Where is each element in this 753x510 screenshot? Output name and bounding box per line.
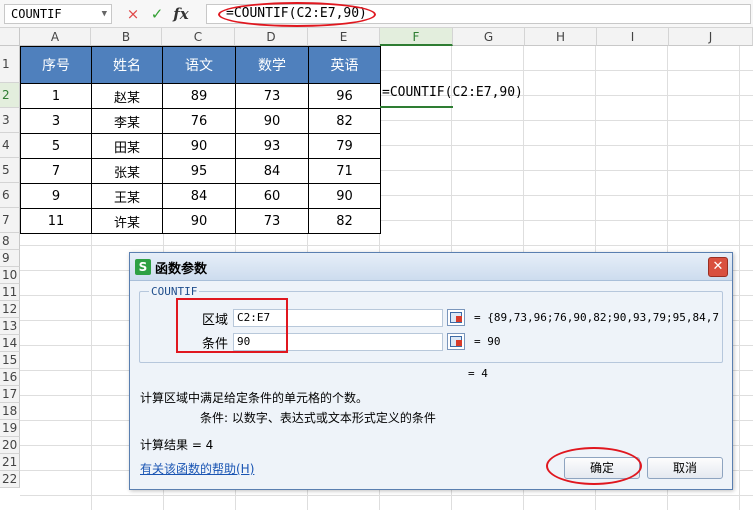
- row-header-12[interactable]: 12: [0, 301, 20, 318]
- row-header-10[interactable]: 10: [0, 267, 20, 284]
- row-header-11[interactable]: 11: [0, 284, 20, 301]
- table-cell[interactable]: 90: [308, 183, 381, 209]
- table-cell[interactable]: 李某: [91, 108, 163, 134]
- table-cell[interactable]: 3: [20, 108, 92, 134]
- table-cell[interactable]: 90: [162, 208, 236, 234]
- table-cell[interactable]: 90: [235, 108, 309, 134]
- column-header-e[interactable]: E: [308, 28, 380, 46]
- table-cell[interactable]: 79: [308, 133, 381, 159]
- table-cell[interactable]: 84: [162, 183, 236, 209]
- column-header-a[interactable]: A: [20, 28, 91, 46]
- column-header-i[interactable]: I: [597, 28, 669, 46]
- table-header-cell[interactable]: 英语: [308, 46, 381, 84]
- overall-result: = 4: [468, 367, 488, 380]
- row-header-20[interactable]: 20: [0, 437, 20, 454]
- column-header-d[interactable]: D: [235, 28, 308, 46]
- row-header-17[interactable]: 17: [0, 386, 20, 403]
- row-header-22[interactable]: 22: [0, 471, 20, 488]
- column-header-f[interactable]: F: [380, 28, 453, 46]
- dialog-titlebar[interactable]: S 函数参数 ✕: [130, 253, 732, 281]
- table-cell[interactable]: 71: [308, 158, 381, 184]
- table-cell[interactable]: 7: [20, 158, 92, 184]
- table-cell[interactable]: 9: [20, 183, 92, 209]
- table-cell[interactable]: 90: [162, 133, 236, 159]
- close-button[interactable]: ✕: [708, 257, 728, 277]
- row-header-14[interactable]: 14: [0, 335, 20, 352]
- table-cell[interactable]: 82: [308, 208, 381, 234]
- criteria-result: = 90: [474, 335, 501, 348]
- column-header-j[interactable]: J: [669, 28, 753, 46]
- criteria-help: 条件: 以数字、表达式或文本形式定义的条件: [200, 411, 436, 425]
- name-box[interactable]: COUNTIF ▼: [4, 4, 112, 24]
- function-name-legend: COUNTIF: [149, 285, 200, 298]
- table-cell[interactable]: 89: [162, 83, 236, 109]
- table-cell[interactable]: 赵某: [91, 83, 163, 109]
- table-cell[interactable]: 60: [235, 183, 309, 209]
- row-header-1[interactable]: 1: [0, 46, 20, 83]
- annotation-rectangle: [176, 298, 288, 353]
- table-header-cell[interactable]: 语文: [162, 46, 236, 84]
- table-cell[interactable]: 84: [235, 158, 309, 184]
- column-header-h[interactable]: H: [525, 28, 597, 46]
- row-header-21[interactable]: 21: [0, 454, 20, 471]
- row-header-2[interactable]: 2: [0, 83, 20, 108]
- chevron-down-icon[interactable]: ▼: [102, 5, 107, 23]
- name-box-value: COUNTIF: [11, 7, 62, 21]
- column-header-b[interactable]: B: [91, 28, 162, 46]
- row-header-3[interactable]: 3: [0, 108, 20, 133]
- row-header-19[interactable]: 19: [0, 420, 20, 437]
- cancel-icon[interactable]: ×: [124, 4, 142, 24]
- table-cell[interactable]: 田某: [91, 133, 163, 159]
- row-header-13[interactable]: 13: [0, 318, 20, 335]
- table-header-cell[interactable]: 序号: [20, 46, 92, 84]
- dialog-title: 函数参数: [155, 262, 208, 277]
- table-cell[interactable]: 95: [162, 158, 236, 184]
- table-header-cell[interactable]: 姓名: [91, 46, 163, 84]
- column-header-g[interactable]: G: [453, 28, 525, 46]
- function-arguments-dialog: S 函数参数 ✕ COUNTIF 区域 C2:E7 = {89,73,96;76…: [129, 252, 733, 490]
- table-cell[interactable]: 82: [308, 108, 381, 134]
- table-cell[interactable]: 5: [20, 133, 92, 159]
- row-header-5[interactable]: 5: [0, 158, 20, 183]
- cancel-button[interactable]: 取消: [647, 457, 723, 479]
- table-cell[interactable]: 张某: [91, 158, 163, 184]
- table-cell[interactable]: 王某: [91, 183, 163, 209]
- column-header-c[interactable]: C: [162, 28, 235, 46]
- table-cell[interactable]: 96: [308, 83, 381, 109]
- annotation-ellipse: [546, 447, 642, 485]
- table-cell[interactable]: 1: [20, 83, 92, 109]
- range-ref-picker-icon[interactable]: [447, 309, 465, 326]
- formula-bar: COUNTIF ▼ × ✓ fx =COUNTIF(C2:E7,90): [0, 0, 753, 28]
- row-header-6[interactable]: 6: [0, 183, 20, 208]
- range-result: = {89,73,96;76,90,82;90,93,79;95,84,71…: [474, 311, 720, 324]
- select-all-corner[interactable]: [0, 28, 20, 46]
- row-header-18[interactable]: 18: [0, 403, 20, 420]
- table-cell[interactable]: 73: [235, 208, 309, 234]
- criteria-ref-picker-icon[interactable]: [447, 333, 465, 350]
- enter-icon[interactable]: ✓: [148, 4, 166, 24]
- insert-function-icon[interactable]: fx: [172, 4, 190, 24]
- table-cell[interactable]: 73: [235, 83, 309, 109]
- row-header-15[interactable]: 15: [0, 352, 20, 369]
- table-header-cell[interactable]: 数学: [235, 46, 309, 84]
- row-header-4[interactable]: 4: [0, 133, 20, 158]
- table-cell[interactable]: 许某: [91, 208, 163, 234]
- annotation-ellipse: [218, 2, 376, 27]
- table-cell[interactable]: 76: [162, 108, 236, 134]
- row-header-8[interactable]: 8: [0, 233, 20, 250]
- table-cell[interactable]: 93: [235, 133, 309, 159]
- calculation-result: 计算结果 = 4: [140, 438, 214, 452]
- row-header-7[interactable]: 7: [0, 208, 20, 233]
- cell-f2-formula: =COUNTIF(C2:E7,90): [382, 85, 523, 100]
- help-link[interactable]: 有关该函数的帮助(H): [140, 460, 254, 477]
- function-description: 计算区域中满足给定条件的单元格的个数。: [140, 391, 369, 405]
- wps-logo-icon: S: [135, 259, 151, 275]
- row-header-16[interactable]: 16: [0, 369, 20, 386]
- row-header-9[interactable]: 9: [0, 250, 20, 267]
- table-cell[interactable]: 11: [20, 208, 92, 234]
